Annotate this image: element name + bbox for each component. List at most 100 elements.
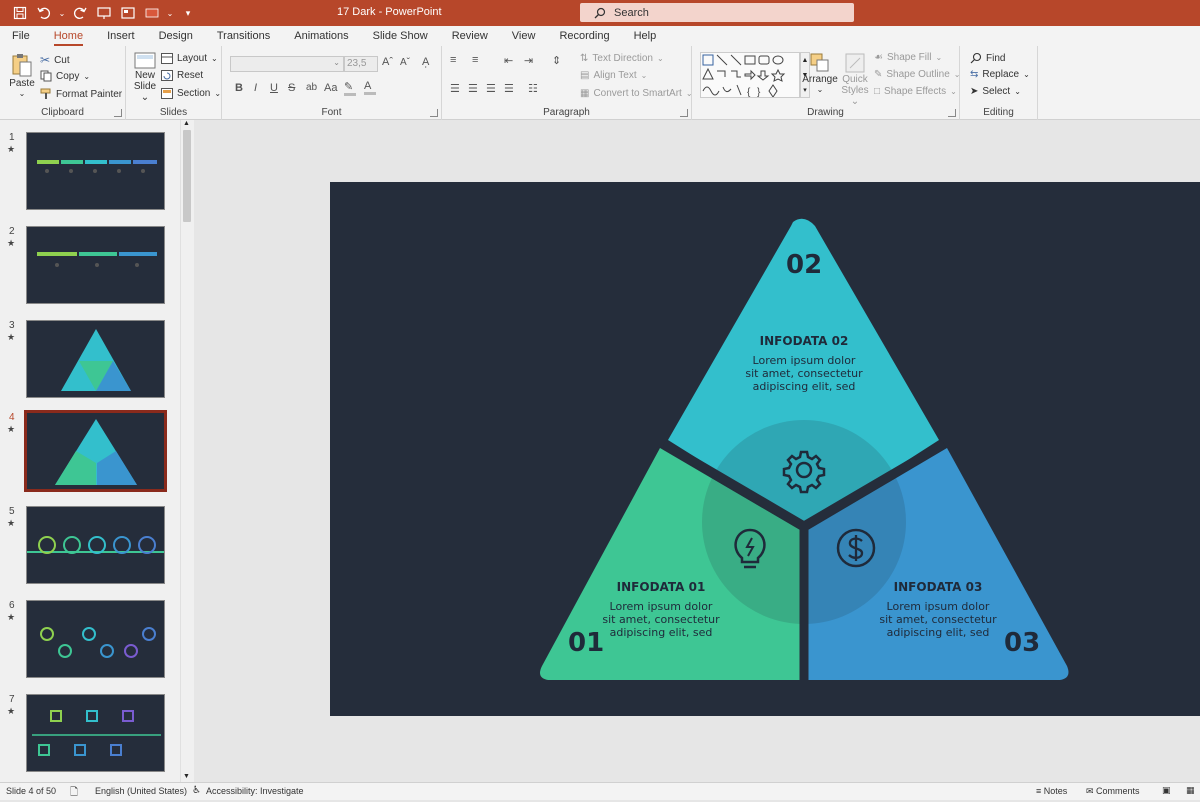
tab-insert[interactable]: Insert xyxy=(95,30,147,46)
section-text-01[interactable]: INFODATA 01 Lorem ipsum dolor sit amet, … xyxy=(586,580,736,639)
tab-view[interactable]: View xyxy=(500,30,548,46)
present-icon[interactable] xyxy=(94,3,114,23)
change-case-icon[interactable]: Aa xyxy=(324,82,337,94)
undo-dropdown-icon[interactable]: ⌄ xyxy=(58,3,66,23)
section-number-03[interactable]: 03 xyxy=(1004,628,1040,658)
find-button[interactable]: Find xyxy=(970,52,1005,64)
tab-animations[interactable]: Animations xyxy=(282,30,360,46)
tab-home[interactable]: Home xyxy=(42,30,95,46)
thumbnail-5[interactable]: 5 ★ xyxy=(0,506,180,592)
tab-review[interactable]: Review xyxy=(440,30,500,46)
format-painter-button[interactable]: Format Painter xyxy=(40,88,122,100)
align-text-button[interactable]: ▤ Align Text ⌄ xyxy=(580,70,647,81)
tab-transitions[interactable]: Transitions xyxy=(205,30,282,46)
redo-icon[interactable] xyxy=(70,3,90,23)
search-box[interactable]: Search xyxy=(580,3,854,22)
font-launcher-icon[interactable] xyxy=(430,109,438,117)
tab-recording[interactable]: Recording xyxy=(547,30,621,46)
bold-icon[interactable]: B xyxy=(235,82,243,94)
decrease-indent-icon[interactable]: ⇤ xyxy=(504,54,513,67)
paste-dropdown-icon[interactable]: ⌄ xyxy=(19,89,26,98)
quick-styles-button[interactable]: Quick Styles ⌄ xyxy=(840,52,870,107)
shape-color-icon[interactable] xyxy=(142,3,162,23)
line-spacing-icon[interactable]: ⇕ xyxy=(552,54,561,67)
decrease-font-icon[interactable]: Aˇ xyxy=(400,57,410,68)
section-number-01[interactable]: 01 xyxy=(568,628,604,658)
slide-counter[interactable]: Slide 4 of 50 xyxy=(6,786,56,796)
thumbnail-7[interactable]: 7 ★ xyxy=(0,694,180,780)
scroll-down-icon[interactable]: ▼ xyxy=(183,773,190,780)
shape-outline-button[interactable]: ✎ Shape Outline ⌄ xyxy=(874,69,960,80)
tab-design[interactable]: Design xyxy=(147,30,205,46)
tab-file[interactable]: File xyxy=(0,30,42,46)
align-center-icon[interactable]: ☰ xyxy=(468,82,478,95)
accessibility-status[interactable]: Accessibility: Investigate xyxy=(206,786,304,796)
scrollbar-thumb[interactable] xyxy=(183,130,191,222)
italic-icon[interactable]: I xyxy=(254,82,257,94)
reset-button[interactable]: Reset xyxy=(161,70,203,81)
tab-slide-show[interactable]: Slide Show xyxy=(361,30,440,46)
shape-color-dropdown-icon[interactable]: ⌄ xyxy=(166,3,174,23)
comments-button[interactable]: ✉ Comments xyxy=(1086,786,1140,797)
section-text-02[interactable]: INFODATA 02 Lorem ipsum dolor sit amet, … xyxy=(729,334,879,393)
tab-help[interactable]: Help xyxy=(622,30,669,46)
cut-button[interactable]: ✂ Cut xyxy=(40,53,70,67)
paste-button[interactable]: Paste ⌄ xyxy=(8,52,36,98)
shapes-gallery[interactable]: { } xyxy=(700,52,800,98)
copy-button[interactable]: Copy ⌄ xyxy=(40,70,90,82)
thumbnail-1[interactable]: 1 ★ xyxy=(0,132,180,218)
columns-icon[interactable]: ☷ xyxy=(528,82,538,95)
undo-icon[interactable] xyxy=(34,3,54,23)
increase-font-icon[interactable]: Aˆ xyxy=(382,56,393,68)
font-name-dropdown-icon[interactable]: ⌄ xyxy=(333,58,340,67)
drawing-launcher-icon[interactable] xyxy=(948,109,956,117)
text-direction-button[interactable]: ⇅ Text Direction ⌄ xyxy=(580,53,664,64)
font-color-icon[interactable]: A xyxy=(364,80,376,95)
replace-button[interactable]: ⇆ Replace ⌄ xyxy=(970,69,1030,80)
font-name-box[interactable]: ⌄ xyxy=(230,56,344,72)
section-body-01-line1: Lorem ipsum dolor xyxy=(609,600,713,613)
highlight-icon[interactable]: ✎ xyxy=(344,80,356,96)
normal-view-icon[interactable]: ▣ xyxy=(1162,785,1171,796)
slideshow-icon[interactable] xyxy=(118,3,138,23)
select-button[interactable]: ➤ Select ⌄ xyxy=(970,86,1021,97)
save-icon[interactable] xyxy=(10,3,30,23)
clipboard-launcher-icon[interactable] xyxy=(114,109,122,117)
justify-icon[interactable]: ☰ xyxy=(504,82,514,95)
slide-sorter-icon[interactable]: ▦ xyxy=(1186,785,1195,796)
section-text-03[interactable]: INFODATA 03 Lorem ipsum dolor sit amet, … xyxy=(863,580,1013,639)
strikethrough-icon[interactable]: S xyxy=(288,82,295,94)
thumbnail-6[interactable]: 6 ★ xyxy=(0,600,180,686)
thumbnail-scrollbar[interactable]: ▲ ▼ xyxy=(180,120,192,782)
section-button[interactable]: Section ⌄ xyxy=(161,88,221,99)
spell-check-icon[interactable]: 🗋 xyxy=(70,785,78,802)
convert-smartart-button[interactable]: ▦ Convert to SmartArt ⌄ xyxy=(580,88,693,99)
customize-qat-icon[interactable]: ▾ xyxy=(178,3,198,23)
shape-fill-button[interactable]: ☙ Shape Fill ⌄ xyxy=(874,52,942,63)
infographic-triangle xyxy=(540,218,1069,682)
numbering-icon[interactable]: ≡ xyxy=(472,54,478,66)
thumbnail-4[interactable]: 4 ★ xyxy=(0,410,180,498)
thumbnail-3[interactable]: 3 ★ xyxy=(0,320,180,406)
language-indicator[interactable]: English (United States) xyxy=(95,786,187,796)
slide-4[interactable]: 02 INFODATA 02 Lorem ipsum dolor sit ame… xyxy=(330,182,1200,716)
layout-button[interactable]: Layout ⌄ xyxy=(161,53,218,64)
accessibility-icon[interactable]: ♿ xyxy=(192,785,201,796)
align-left-icon[interactable]: ☰ xyxy=(450,82,460,95)
arrange-button[interactable]: Arrange ⌄ xyxy=(802,52,838,94)
increase-indent-icon[interactable]: ⇥ xyxy=(524,54,533,67)
underline-icon[interactable]: U xyxy=(270,82,278,94)
paragraph-launcher-icon[interactable] xyxy=(680,109,688,117)
scroll-up-icon[interactable]: ▲ xyxy=(183,120,190,127)
section-number-02[interactable]: 02 xyxy=(786,250,822,280)
align-right-icon[interactable]: ☰ xyxy=(486,82,496,95)
clear-format-icon[interactable]: A̹ xyxy=(422,56,429,68)
font-size-box[interactable]: 23,5 xyxy=(344,56,378,72)
new-slide-button[interactable]: New Slide ⌄ xyxy=(130,52,160,103)
copy-dropdown-icon[interactable]: ⌄ xyxy=(83,72,90,81)
shape-effects-button[interactable]: □ Shape Effects ⌄ xyxy=(874,86,957,97)
thumbnail-2[interactable]: 2 ★ xyxy=(0,226,180,312)
notes-button[interactable]: ≡ Notes xyxy=(1036,786,1067,796)
bullets-icon[interactable]: ≡ xyxy=(450,54,456,66)
character-spacing-icon[interactable]: ab xyxy=(306,82,317,93)
